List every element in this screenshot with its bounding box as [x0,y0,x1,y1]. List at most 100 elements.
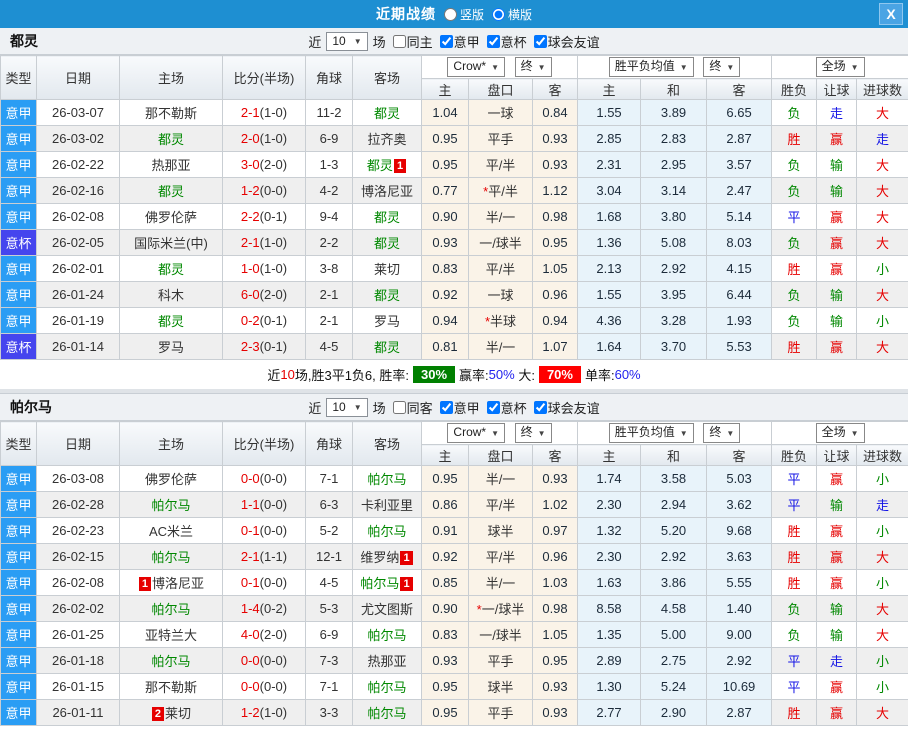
away-team-cell: 罗马 [352,307,422,334]
corner-cell: 4-5 [305,333,353,360]
away-mean-cell: 5.03 [706,465,773,492]
serie-a-checkbox[interactable] [439,34,453,48]
same-venue-option[interactable]: 同客 [389,398,433,417]
league-option-friendly[interactable]: 球会友谊 [530,32,600,51]
games-label: 场 [372,400,386,416]
draw-mean-cell: 2.75 [640,647,708,674]
odds-final-select[interactable]: 终 ▼ [514,57,552,77]
win-rate-badge: 30% [413,366,456,383]
away-team-cell: 莱切 [352,255,422,282]
col-type: 类型 [0,421,37,466]
draw-mean-cell: 3.70 [640,333,708,360]
mean-type-select[interactable]: 胜平负均值 ▼ [608,57,694,77]
close-button[interactable]: X [879,3,903,25]
handicap-cell: *半球 [468,307,533,334]
team-label: 都灵 [373,236,400,251]
away-mean-cell: 10.69 [706,673,773,700]
match-count-select[interactable]: 10 ▼ [326,31,368,51]
odds-group-header: Crow* ▼ 终 ▼ [420,421,579,445]
layout-option-vertical[interactable]: 竖版 [443,6,484,23]
corner-cell: 9-4 [305,203,353,230]
corner-cell: 2-1 [305,281,353,308]
league-type-cell: 意甲 [0,151,37,178]
handicap-cell: 平/半 [468,491,533,518]
home-mean-cell: 2.89 [577,647,642,674]
match-count-select[interactable]: 10 ▼ [326,397,368,417]
team-label: 都灵 [373,340,400,355]
serie-a-checkbox[interactable] [439,400,453,414]
italy-cup-checkbox[interactable] [486,34,500,48]
away-odds-cell: 0.96 [531,543,579,570]
handicap-result-cell: 输 [816,307,858,334]
score-cell: 1-2(1-0) [222,699,306,726]
home-team-cell: AC米兰 [119,517,223,544]
parma-matches-table: 类型 日期 主场 比分(半场) 角球 客场 Crow* ▼ 终 ▼ 胜平负均值 ▼ 终… [0,421,908,726]
col-home: 主场 [119,55,223,100]
handicap-cell: 球半 [468,517,533,544]
team-label: 罗马 [157,340,184,355]
league-option-friendly[interactable]: 球会友谊 [530,398,600,417]
score-cell: 1-2(0-0) [222,177,306,204]
corner-cell: 2-2 [305,229,353,256]
layout-option-horizontal[interactable]: 横版 [492,6,532,23]
away-mean-cell: 6.44 [706,281,773,308]
date-cell: 26-03-07 [36,99,120,126]
home-team-cell: 科木 [119,281,223,308]
home-odds-cell: 1.04 [421,99,469,126]
league-option-italy-cup[interactable]: 意杯 [483,32,527,51]
team-label: 博洛尼亚 [360,184,413,199]
team-label: 佛罗伦萨 [144,472,197,487]
team-label: 热那亚 [367,654,407,669]
mean-final-select[interactable]: 终 ▼ [703,57,741,77]
away-mean-cell: 2.87 [706,125,773,152]
friendly-checkbox[interactable] [533,400,547,414]
parma-filter-bar: 帕尔马 近 10 ▼ 场 同客 意甲 意杯 球会友谊 [0,394,908,421]
goals-result-cell: 大 [856,203,908,230]
same-away-label: 同客 [406,400,433,416]
friendly-checkbox[interactable] [533,34,547,48]
home-mean-cell: 4.36 [577,307,642,334]
away-team-cell: 都灵 [352,281,422,308]
same-home-checkbox[interactable] [392,34,406,48]
odds-final-select[interactable]: 终 ▼ [514,423,552,443]
period-select[interactable]: 全场 ▼ [815,423,865,443]
corner-cell: 7-1 [305,673,353,700]
odds-company-select[interactable]: Crow* ▼ [447,57,506,77]
league-option-serie-a[interactable]: 意甲 [436,398,480,417]
team-name: 都灵 [10,33,38,49]
goals-result-cell: 大 [856,333,908,360]
away-team-cell: 卡利亚里 [352,491,422,518]
draw-mean-cell: 5.00 [640,621,708,648]
home-mean-cell: 8.58 [577,595,642,622]
home-team-cell: 都灵 [119,307,223,334]
result-cell: 负 [771,595,818,622]
dialog-title: 近期战绩 [375,6,436,22]
home-team-cell: 佛罗伦萨 [119,203,223,230]
match-row: 意杯 26-01-14 罗马 2-3(0-1) 4-5 都灵 0.81 半/一 1.07 1.64… [0,333,908,360]
team-label: 莱切 [373,262,400,277]
team-label: 帕尔马 [367,706,407,721]
mean-final-select[interactable]: 终 ▼ [703,423,741,443]
away-odds-cell: 0.93 [531,151,579,178]
goals-result-cell: 大 [856,177,908,204]
league-option-serie-a[interactable]: 意甲 [436,32,480,51]
away-team-cell: 都灵 [352,333,422,360]
vertical-layout-radio[interactable] [443,7,457,21]
league-type-cell: 意甲 [0,647,37,674]
same-venue-option[interactable]: 同主 [389,32,433,51]
period-select[interactable]: 全场 ▼ [815,57,865,77]
result-cell: 平 [771,673,818,700]
mean-group-header: 胜平负均值 ▼ 终 ▼ [577,421,773,445]
italy-cup-checkbox[interactable] [486,400,500,414]
result-cell: 平 [771,647,818,674]
same-away-checkbox[interactable] [392,400,406,414]
col-score: 比分(半场) [222,55,306,100]
league-option-italy-cup[interactable]: 意杯 [483,398,527,417]
date-cell: 26-01-19 [36,307,120,334]
serie-a-label: 意甲 [453,400,480,416]
mean-type-select[interactable]: 胜平负均值 ▼ [608,423,694,443]
away-team-cell: 都灵 [352,99,422,126]
odds-company-select[interactable]: Crow* ▼ [447,423,506,443]
col-date: 日期 [36,421,120,466]
horizontal-layout-radio[interactable] [492,7,505,21]
